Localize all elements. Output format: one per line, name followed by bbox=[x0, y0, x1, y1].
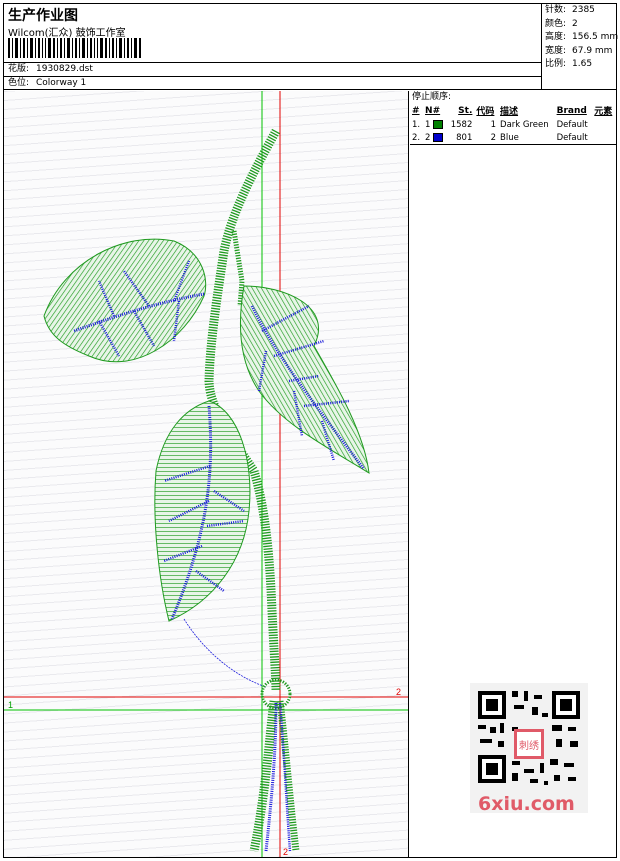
design-preview: 1 2 2 bbox=[4, 91, 409, 857]
table-row[interactable]: 1. 1 1582 1 Dark Green Default bbox=[410, 118, 616, 131]
marker-left-1: 1 bbox=[8, 700, 13, 710]
page-title: 生产作业图 bbox=[8, 8, 78, 24]
col-index: # bbox=[412, 105, 420, 116]
embroidery-preview: 1 2 2 bbox=[4, 91, 408, 857]
file-value: 1930829.dst bbox=[36, 64, 93, 74]
col-stitches: St. bbox=[458, 105, 473, 116]
stop-sequence-table: # N# St. 代码 描述 Brand 元素 1. 1 1582 1 Dark… bbox=[410, 103, 616, 144]
colorway-value: Colorway 1 bbox=[36, 78, 87, 88]
stat-scale: 比例: 1.65 bbox=[545, 59, 593, 69]
brand-watermark: 6xiu.com bbox=[478, 793, 575, 815]
color-swatch bbox=[433, 119, 444, 129]
stop-sequence-box: 停止顺序: # N# St. 代码 描述 Brand 元素 1. 1 1582 … bbox=[410, 91, 616, 145]
stem-branch bbox=[231, 230, 245, 307]
stat-colors: 颜色: 2 bbox=[545, 18, 578, 29]
file-row: 花版: 1930829.dst bbox=[4, 62, 542, 76]
header-info: 生产作业图 Wilcom(汇众) 鼓饰工作室 花版: 1930829.dst 色… bbox=[4, 4, 542, 90]
stat-stitches: 针数: 2385 bbox=[545, 5, 595, 15]
studio-name: Wilcom(汇众) 鼓饰工作室 bbox=[8, 28, 126, 39]
col-code: 代码 bbox=[476, 107, 495, 117]
col-element: 元素 bbox=[594, 107, 613, 117]
stop-sequence-panel: 停止顺序: # N# St. 代码 描述 Brand 元素 1. 1 1582 … bbox=[410, 91, 616, 857]
lower-stem-green bbox=[249, 700, 279, 852]
stop-table-header: # N# St. 代码 描述 Brand 元素 bbox=[410, 103, 616, 118]
col-description: 描述 bbox=[500, 107, 519, 117]
qr-center-label: 刺绣 bbox=[519, 739, 539, 752]
header: 生产作业图 Wilcom(汇众) 鼓饰工作室 花版: 1930829.dst 色… bbox=[4, 4, 619, 90]
col-needle: N# bbox=[425, 105, 441, 116]
colorway-label: 色位: bbox=[8, 78, 30, 88]
stop-sequence-title: 停止顺序: bbox=[412, 92, 452, 102]
design-stats: 针数: 2385 颜色: 2 高度: 156.5 mm 宽度: 67.9 mm 比例: 1… bbox=[543, 4, 619, 90]
marker-right-2: 2 bbox=[396, 687, 401, 697]
jump-stitch bbox=[183, 618, 267, 688]
color-swatch bbox=[433, 132, 444, 142]
production-worksheet: 生产作业图 Wilcom(汇众) 鼓饰工作室 花版: 1930829.dst 色… bbox=[3, 3, 619, 858]
colorway-row: 色位: Colorway 1 bbox=[4, 76, 542, 90]
leaf-upper-left bbox=[43, 238, 207, 363]
marker-bottom-2: 2 bbox=[283, 847, 288, 857]
barcode bbox=[8, 38, 141, 58]
col-brand: Brand bbox=[556, 105, 587, 116]
stat-height: 高度: 156.5 mm bbox=[545, 32, 619, 42]
leaf-lower-left bbox=[154, 400, 251, 622]
table-row[interactable]: 2. 2 801 2 Blue Default bbox=[410, 131, 616, 144]
file-label: 花版: bbox=[8, 64, 30, 74]
stat-width: 宽度: 67.9 mm bbox=[545, 45, 613, 56]
